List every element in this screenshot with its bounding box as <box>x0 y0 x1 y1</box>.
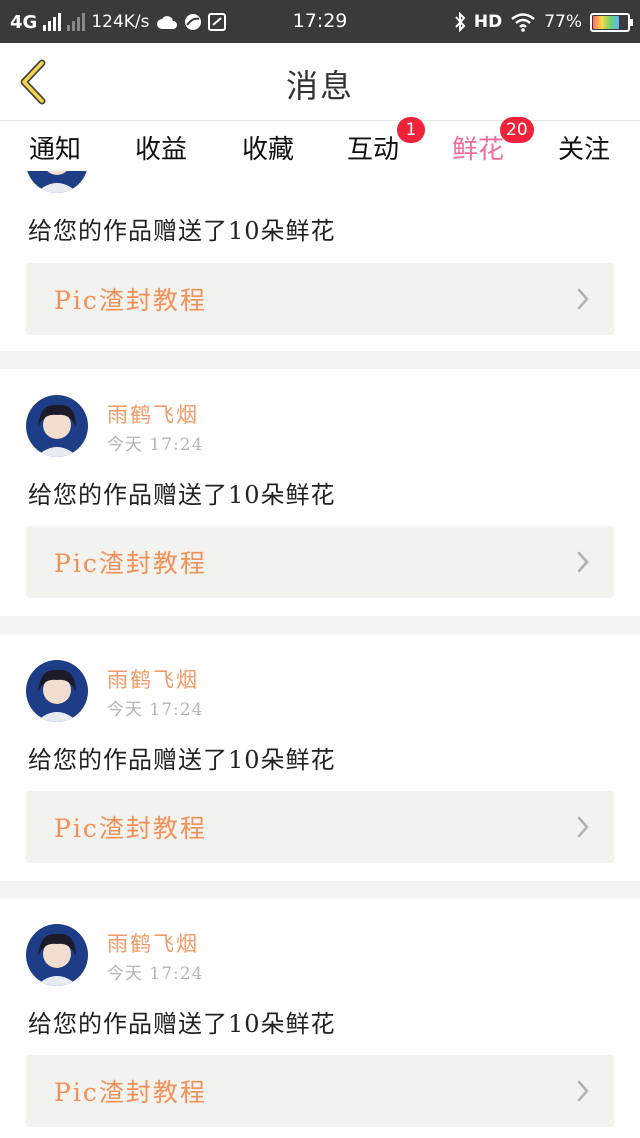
message-time: 今天 17:24 <box>107 700 204 720</box>
chevron-right-icon <box>577 1080 589 1102</box>
tab-income[interactable]: 收益 <box>116 129 206 169</box>
tab-label: 通知 <box>28 135 81 165</box>
tab-follow[interactable]: 关注 <box>539 129 629 169</box>
chevron-right-icon <box>577 288 589 310</box>
page-title: 消息 <box>285 67 354 105</box>
chevron-right-icon <box>577 816 589 838</box>
battery-level <box>593 15 620 29</box>
status-bar: 4G 124K/s 17:29 HD 77% <box>0 0 640 43</box>
message-time: 今天 17:24 <box>107 435 204 455</box>
work-link[interactable]: Pic渣封教程 <box>26 1055 614 1127</box>
tab-flowers[interactable]: 鲜花 20 <box>433 117 534 169</box>
avatar[interactable] <box>26 660 88 722</box>
work-title: Pic渣封教程 <box>54 286 207 315</box>
hd-label: HD <box>473 12 503 32</box>
chevron-right-icon <box>577 551 589 573</box>
work-link[interactable]: Pic渣封教程 <box>26 791 614 863</box>
interaction-badge: 1 <box>397 117 425 143</box>
list-item: 雨鹤飞烟 今天 17:24 给您的作品赠送了10朵鲜花 Pic渣封教程 <box>0 634 640 881</box>
list-item: 雨鹤飞烟 今天 17:24 给您的作品赠送了10朵鲜花 Pic渣封教程 <box>0 369 640 616</box>
message-text: 给您的作品赠送了10朵鲜花 <box>28 217 336 245</box>
tab-label: 互动 <box>346 135 399 165</box>
header: 消息 <box>0 43 640 121</box>
message-text: 给您的作品赠送了10朵鲜花 <box>28 746 336 774</box>
list-item: 给您的作品赠送了10朵鲜花 Pic渣封教程 <box>0 171 640 351</box>
status-right: HD 77% <box>454 10 633 34</box>
tab-label: 收益 <box>134 135 187 165</box>
avatar[interactable] <box>26 171 88 193</box>
tab-label: 收藏 <box>241 135 294 165</box>
message-list[interactable]: 给您的作品赠送了10朵鲜花 Pic渣封教程 雨鹤飞烟 今天 17:24 给您的作… <box>0 171 640 1138</box>
avatar[interactable] <box>26 395 88 457</box>
tab-bar: 通知 收益 收藏 互动 1 鲜花 20 关注 <box>0 117 640 171</box>
work-title: Pic渣封教程 <box>54 1078 207 1107</box>
tab-interaction[interactable]: 互动 1 <box>328 117 425 169</box>
message-text: 给您的作品赠送了10朵鲜花 <box>28 1010 336 1038</box>
message-time: 今天 17:24 <box>107 964 204 984</box>
user-name[interactable]: 雨鹤飞烟 <box>107 399 199 429</box>
user-name[interactable]: 雨鹤飞烟 <box>107 664 199 694</box>
work-title: Pic渣封教程 <box>54 814 207 843</box>
work-title: Pic渣封教程 <box>54 549 207 578</box>
tab-favorites[interactable]: 收藏 <box>223 129 313 169</box>
avatar[interactable] <box>26 924 88 986</box>
tab-notice[interactable]: 通知 <box>10 129 100 169</box>
battery-percent: 77% <box>544 12 582 32</box>
bluetooth-icon <box>455 12 466 32</box>
tab-label: 鲜花 <box>451 135 504 165</box>
message-text: 给您的作品赠送了10朵鲜花 <box>28 481 336 509</box>
flowers-badge: 20 <box>500 117 534 143</box>
work-link[interactable]: Pic渣封教程 <box>26 526 614 598</box>
tab-label: 关注 <box>557 135 610 165</box>
work-link[interactable]: Pic渣封教程 <box>26 263 614 335</box>
user-name[interactable]: 雨鹤飞烟 <box>107 928 199 958</box>
battery-icon <box>590 12 633 32</box>
list-item: 雨鹤飞烟 今天 17:24 给您的作品赠送了10朵鲜花 Pic渣封教程 <box>0 898 640 1138</box>
wifi-icon <box>511 13 535 32</box>
